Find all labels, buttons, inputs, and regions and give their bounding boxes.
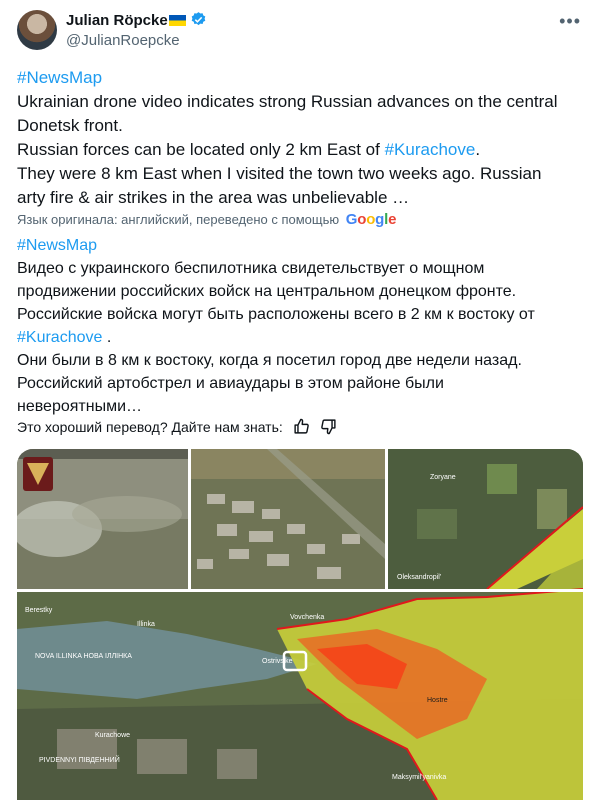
hashtag-kurachove[interactable]: #Kurachove [17,329,102,346]
map-label-oleksandropil: Oleksandropil' [397,574,441,581]
map-label-berestky: Berestky [25,607,53,614]
hashtag-kurachove[interactable]: #Kurachove [385,140,476,159]
map-label-hostre: Hostre [427,697,448,704]
media-composite: Zoryane Oleksandropil' Berestky Illinka … [17,449,583,800]
author-handle[interactable]: @JulianRoepcke [66,32,180,49]
post-line: Видео с украинского беспилотника свидете… [17,260,485,277]
thumbs-down-icon[interactable] [320,418,337,435]
post-line: Ukrainian drone video indicates strong R… [17,92,558,111]
more-options-icon[interactable]: ••• [559,11,581,32]
post-line: arty fire & air strikes in the area was … [17,188,410,207]
drone-frame-2 [191,449,385,589]
map-label-vovchenka: Vovchenka [290,614,324,621]
post-header: Julian Röpcke @JulianRoepcke ••• [0,0,599,60]
author-name[interactable]: Julian Röpcke [66,11,207,29]
logo-letter: G [345,211,358,228]
post-text-translated: #NewsMap Видео с украинского беспилотник… [17,234,587,418]
map-label-nova-illinka: NOVA ILLINKA НОВА ІЛЛІНКА [35,653,132,660]
post-line: They were 8 km East when I visited the t… [17,164,542,183]
logo-letter: g [375,211,385,228]
post-text: . [102,329,112,346]
satellite-panel: Zoryane Oleksandropil' [388,449,583,590]
hashtag-newsmap[interactable]: #NewsMap [17,68,102,87]
feedback-question: Это хороший перевод? Дайте нам знать: [17,419,283,435]
map-label-pivdennyi: PIVDENNYI ПІВДЕННИЙ [39,755,120,764]
logo-letter: o [366,211,376,228]
post-line: #Kurachove . [17,326,587,349]
logo-letter: e [388,211,397,228]
map-label-illinka: Illinka [137,621,155,628]
author-name-text: Julian Röpcke [66,12,168,29]
post-line: Donetsk front. [17,116,123,135]
post-line: продвижении российских войск на централь… [17,283,517,300]
map-label-ostrivske: Ostrivs'ke [262,658,293,665]
hashtag-newsmap[interactable]: #NewsMap [17,237,97,254]
translation-note-text: Язык оригинала: английский, переведено с… [17,212,340,227]
translation-note: Язык оригинала: английский, переведено с… [17,211,396,228]
post-media-image[interactable]: Zoryane Oleksandropil' Berestky Illinka … [17,449,583,800]
post-line: Российский артобстрел и авиаудары в этом… [17,375,444,392]
google-logo[interactable]: Google [346,211,397,228]
map-label-kurachowe: Kurachowe [95,732,130,739]
post-text-original: #NewsMap Ukrainian drone video indicates… [17,66,587,210]
map-label-zoryane: Zoryane [430,474,456,481]
verified-badge-icon [191,12,206,26]
ukraine-flag-icon [168,15,186,26]
map-label-maksymilianivka: Maksymil'yanivka [392,774,446,781]
drone-frame-1 [17,449,188,589]
post-text: . [475,140,481,159]
post-line: невероятными… [17,398,143,415]
translation-feedback: Это хороший перевод? Дайте нам знать: [17,418,337,435]
post-line: Russian forces can be located only 2 km … [17,138,587,162]
logo-letter: o [357,211,367,228]
thumbs-up-icon[interactable] [293,418,310,435]
avatar[interactable] [17,10,57,50]
satellite-map: Berestky Illinka Vovchenka NOVA ILLINKA … [17,588,583,800]
post-line: Российские войска могут быть расположены… [17,306,535,323]
post-line: Они были в 8 км к востоку, когда я посет… [17,352,522,369]
post-text: Russian forces can be located only 2 km … [17,140,385,159]
